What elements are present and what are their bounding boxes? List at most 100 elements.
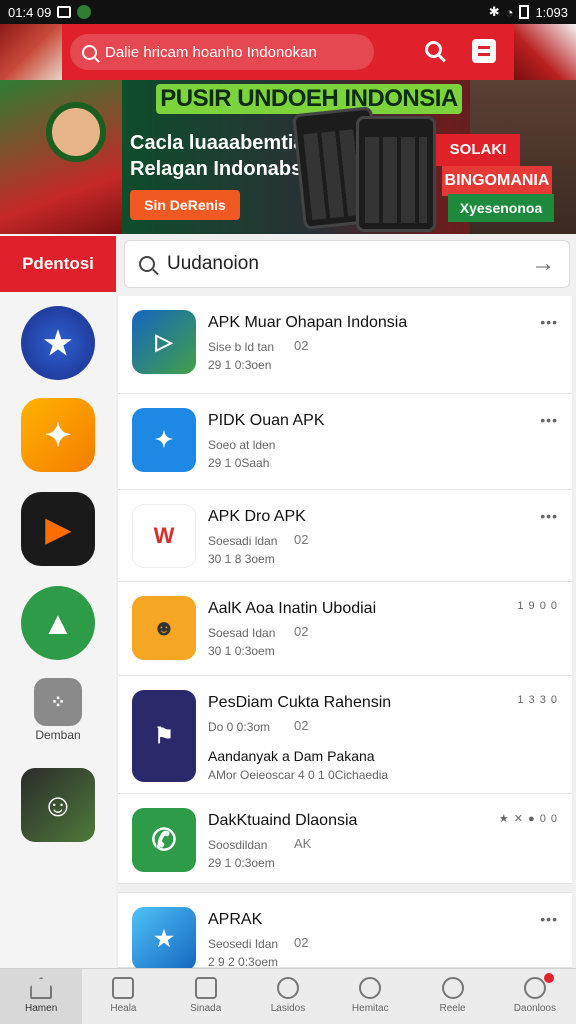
list-search-text: Uudanoion <box>167 253 259 274</box>
portrait-icon[interactable]: ☺ <box>21 768 95 842</box>
header-decoration-left <box>0 24 62 80</box>
app-meta: Soesad Idan <box>208 626 276 640</box>
app-list-panel: Uudanoion → ▷ APK Muar Ohapan Indonsia S… <box>116 234 576 971</box>
list-item[interactable]: ⚑ PesDiam Cukta Rahensin Do 0 0:3om 02 1… <box>118 676 572 794</box>
nav-label: Hamen <box>25 1003 58 1014</box>
app-meta: Seosedi Idan <box>208 937 279 951</box>
nav-label: Daonloos <box>513 1003 556 1014</box>
more-options-icon[interactable]: ••• <box>540 911 558 927</box>
banner-line-1: Cacla luaaabemtiay <box>130 132 316 154</box>
nav-item-user[interactable]: Daonloos <box>494 969 576 1024</box>
app-code: AK <box>294 836 312 851</box>
app-title: PesDiam Cukta Rahensin <box>208 694 392 711</box>
banner-title: PUSIR UNDOEH INDONSIA <box>156 84 462 114</box>
list-item[interactable]: ☻ AalK Aoa Inatin Ubodiai Soesad Idan 30… <box>118 582 572 676</box>
wifi-icon: ◔ <box>505 4 514 20</box>
app-meta: Sise b ld tan <box>208 340 275 354</box>
header-decoration-right <box>514 24 576 80</box>
arrow-right-icon[interactable]: → <box>531 250 555 278</box>
app-icon-red-flag: W <box>132 504 196 568</box>
star-orange-icon[interactable]: ✦ <box>21 398 95 472</box>
nav-label: Sinada <box>190 1003 222 1014</box>
app-date: 29 1 0:3oem <box>208 856 275 870</box>
list-item[interactable]: ▷ APK Muar Ohapan Indonsia Sise b ld tan… <box>118 296 572 394</box>
more-options-icon[interactable]: ••• <box>540 508 558 524</box>
list-search-input[interactable]: Uudanoion → <box>124 240 570 288</box>
nav-item-edit[interactable]: Sinada <box>165 969 247 1024</box>
box-icon <box>112 977 135 999</box>
nav-item-search[interactable]: Reele <box>411 969 493 1024</box>
nav-label: Hemitac <box>351 1003 389 1014</box>
app-date: 2 9 2 0:3oem <box>208 955 279 969</box>
status-right-text: 1:093 <box>535 4 568 20</box>
banner-cta-button[interactable]: Sin DeRenis <box>130 190 240 220</box>
app-notification-icon <box>77 5 92 19</box>
app-title: DakKtuaind Dlaonsia <box>208 812 358 829</box>
app-meta: Do 0 0:3om <box>208 720 271 734</box>
app-title: APK Muar Ohapan Indonsia <box>208 314 408 331</box>
header-search-placeholder: Dalie hricam hoanho Indonokan <box>105 43 317 61</box>
header-menu-button[interactable] <box>472 39 496 63</box>
nav-label: Heala <box>110 1003 137 1014</box>
app-date: 29 1 0Saah <box>208 456 270 470</box>
banner-tag-2: BINGOMANIA <box>442 166 552 196</box>
app-date: 29 1 0:3oen <box>208 358 272 372</box>
nav-item-settings[interactable]: Hemitac <box>329 969 411 1024</box>
promo-banner[interactable]: PUSIR UNDOEH INDONSIA Cacla luaaabemtiay… <box>0 80 576 234</box>
app-meta: Soosdildan <box>208 838 268 852</box>
list-item[interactable]: ★ APRAK Seosedi Idan 2 9 2 0:3oem 02 ••• <box>118 892 572 971</box>
app-icon-star-blue: ★ <box>132 907 196 971</box>
app-icon-star: ✦ <box>132 408 196 472</box>
nav-label: Reele <box>439 1003 466 1014</box>
chat-icon <box>276 977 299 999</box>
sidebar-item-label: Demban <box>35 728 81 742</box>
list-item[interactable]: ✦ PIDK Ouan APK Soeo at lden 29 1 0Saah … <box>118 394 572 490</box>
edit-icon <box>194 977 217 999</box>
app-title: AalK Aoa Inatin Ubodiai <box>208 600 377 617</box>
list-item[interactable]: ✆ DakKtuaind Dlaonsia Soosdildan 29 1 0:… <box>118 794 572 884</box>
banner-tag-1: SOLAKI <box>436 134 520 166</box>
more-options-icon[interactable]: ••• <box>540 412 558 428</box>
status-time: 01:4 09 <box>8 4 52 20</box>
app-subtitle: Aandanyak a Dam Pakana <box>208 748 375 764</box>
triangle-green-icon[interactable]: ▲ <box>21 586 95 660</box>
app-code: 02 <box>294 532 309 547</box>
play-icon[interactable]: ▶ <box>21 492 95 566</box>
search-icon <box>425 41 442 58</box>
app-date: 30 1 0:3oem <box>208 644 275 658</box>
app-meta: Soeo at lden <box>208 438 276 452</box>
search-icon <box>441 977 464 999</box>
banner-line-2: Relagan Indonabsid <box>130 158 321 180</box>
nav-item-box[interactable]: Heala <box>82 969 164 1024</box>
battery-icon <box>519 5 530 19</box>
app-code: 02 <box>294 718 309 733</box>
app-rating: 1 9 0 0 <box>517 600 558 612</box>
user-icon <box>523 977 546 999</box>
bottom-navigation: Hamen Heala Sinada Lasidos Hemitac Reele… <box>0 968 576 1024</box>
dots-grid-icon[interactable]: ⁘ <box>34 678 82 726</box>
banner-person-image <box>46 102 106 162</box>
list-item[interactable]: W APK Dro APK Soesadi ldan 30 1 8 3oem 0… <box>118 490 572 582</box>
notification-badge <box>543 973 554 983</box>
app-header: Dalie hricam hoanho Indonokan <box>0 24 576 80</box>
app-description: AMor Oeieoscar 4 0 1 0Cichaedia <box>208 768 389 782</box>
banner-tag-3: Xyesenonoa <box>448 194 554 222</box>
search-icon <box>139 256 155 272</box>
category-sidebar: Pdentosi ★ ✦ ▶ ▲ ⁘ Demban ☺ <box>0 234 116 968</box>
header-search-button[interactable] <box>422 38 450 66</box>
settings-icon <box>359 977 382 999</box>
app-rating: 1 3 3 0 <box>517 694 558 706</box>
app-title: APRAK <box>208 911 263 928</box>
search-icon <box>82 44 97 60</box>
app-title: PIDK Ouan APK <box>208 412 325 429</box>
header-search-input[interactable]: Dalie hricam hoanho Indonokan <box>70 34 374 70</box>
more-options-icon[interactable]: ••• <box>540 314 558 330</box>
star-logo-icon[interactable]: ★ <box>21 306 95 380</box>
phone-icon: ✆ <box>132 808 196 872</box>
nav-item-home[interactable]: Hamen <box>0 969 83 1024</box>
app-icon-face: ☻ <box>132 596 196 660</box>
sidebar-tab-active[interactable]: Pdentosi <box>0 236 116 292</box>
status-bar: 01:4 09 ✱ ◔ 1:093 <box>0 0 576 24</box>
banner-phone-image <box>356 116 436 232</box>
nav-item-chat[interactable]: Lasidos <box>247 969 329 1024</box>
